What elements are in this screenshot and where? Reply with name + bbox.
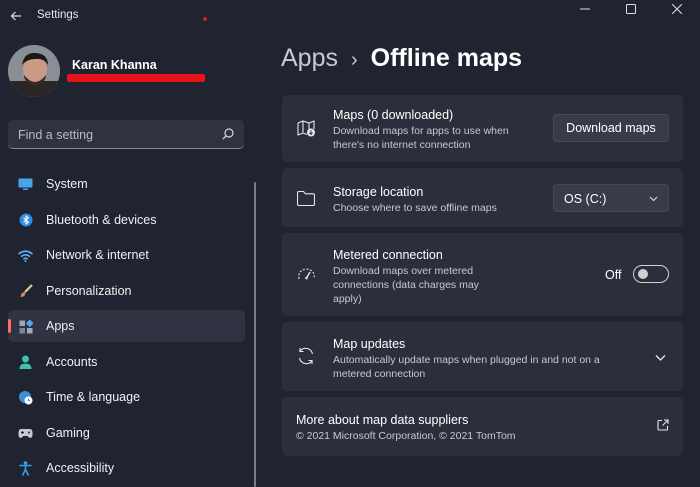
back-button[interactable] — [6, 6, 26, 26]
search-box[interactable] — [8, 120, 244, 149]
breadcrumb: Apps › Offline maps — [281, 44, 522, 73]
sidebar-item-apps[interactable]: Apps — [8, 310, 245, 342]
gamepad-icon — [18, 426, 33, 441]
globe-clock-icon — [18, 390, 33, 405]
sidebar-item-label: Accounts — [46, 354, 98, 369]
user-name: Karan Khanna — [72, 58, 157, 72]
map-updates-desc-line-2: metered connection — [333, 368, 426, 380]
minimize-icon — [580, 8, 590, 10]
search-input[interactable] — [18, 126, 208, 143]
map-updates-title: Map updates — [333, 337, 406, 351]
external-link-icon[interactable] — [657, 419, 669, 431]
copyright-text: © 2021 Microsoft Corporation, © 2021 Tom… — [296, 430, 516, 442]
maps-card-desc-line-1: Download maps for apps to use when — [333, 125, 509, 137]
chevron-down-icon[interactable] — [655, 352, 666, 363]
window-controls — [562, 0, 700, 18]
storage-location-dropdown[interactable]: OS (C:) — [553, 184, 669, 212]
sidebar-nav: System Bluetooth & devices Network & int… — [8, 168, 245, 487]
apps-icon — [18, 319, 33, 334]
sidebar-item-label: Apps — [46, 319, 75, 333]
sidebar-item-label: Personalization — [46, 283, 132, 298]
map-data-suppliers-link[interactable]: More about map data suppliers — [296, 413, 468, 427]
page-title: Offline maps — [370, 44, 523, 72]
map-updates-desc-line-1: Automatically update maps when plugged i… — [333, 354, 600, 366]
sidebar-scrollbar[interactable] — [254, 182, 256, 487]
sidebar-item-label: System — [46, 177, 88, 191]
maps-card-desc-line-2: there's no internet connection — [333, 139, 471, 151]
sidebar-item-gaming[interactable]: Gaming — [8, 417, 245, 449]
red-dot-marker — [203, 17, 207, 21]
speedometer-icon — [296, 264, 316, 284]
sync-icon — [296, 346, 316, 366]
sidebar-item-accounts[interactable]: Accounts — [8, 346, 245, 378]
minimize-button[interactable] — [562, 0, 608, 18]
person-icon — [18, 355, 33, 370]
dropdown-selected-value: OS (C:) — [564, 192, 607, 206]
avatar[interactable] — [8, 45, 60, 97]
breadcrumb-separator: › — [350, 49, 358, 71]
storage-location-card: Storage location Choose where to save of… — [282, 168, 683, 227]
metered-connection-card: Metered connection Download maps over me… — [282, 233, 683, 316]
map-updates-card: Map updates Automatically update maps wh… — [282, 322, 683, 391]
app-title: Settings — [37, 9, 79, 21]
sidebar-item-time-language[interactable]: Time & language — [8, 381, 245, 413]
close-icon — [672, 4, 682, 14]
metered-connection-desc-line-3: apply) — [333, 293, 362, 305]
folder-icon — [296, 188, 316, 208]
sidebar-item-label: Network & internet — [46, 248, 149, 262]
sidebar-item-label: Time & language — [46, 390, 141, 404]
toggle-state-label: Off — [605, 268, 622, 282]
bluetooth-icon — [18, 213, 33, 228]
metered-connection-toggle[interactable] — [633, 265, 669, 283]
title-bar: Settings — [0, 0, 700, 32]
maps-card-title: Maps (0 downloaded) — [333, 108, 454, 122]
map-data-suppliers-card[interactable]: More about map data suppliers © 2021 Mic… — [282, 397, 683, 456]
metered-connection-desc-line-1: Download maps over metered — [333, 265, 474, 277]
sidebar-item-label: Bluetooth & devices — [46, 212, 157, 227]
sidebar-item-personalization[interactable]: Personalization — [8, 275, 245, 307]
breadcrumb-parent[interactable]: Apps — [281, 44, 338, 73]
chevron-down-icon — [649, 196, 658, 202]
toggle-knob — [638, 269, 648, 279]
maximize-button[interactable] — [608, 0, 654, 18]
sidebar-item-label: Accessibility — [46, 461, 115, 475]
sidebar-item-accessibility[interactable]: Accessibility — [8, 452, 245, 484]
sidebar-item-bluetooth[interactable]: Bluetooth & devices — [8, 204, 245, 236]
monitor-icon — [18, 177, 33, 192]
back-arrow-icon — [10, 11, 21, 21]
maps-card: Maps (0 downloaded) Download maps for ap… — [282, 95, 683, 162]
accessibility-icon — [18, 461, 33, 476]
sidebar-item-label: Gaming — [46, 425, 90, 440]
metered-connection-desc-line-2: connections (data charges may — [333, 279, 479, 291]
close-button[interactable] — [654, 0, 700, 18]
redaction-mark — [67, 74, 205, 82]
storage-location-title: Storage location — [333, 185, 424, 199]
sidebar-item-network[interactable]: Network & internet — [8, 239, 245, 271]
paintbrush-icon — [18, 284, 33, 299]
map-download-icon — [296, 118, 316, 138]
storage-location-desc: Choose where to save offline maps — [333, 202, 497, 214]
maximize-icon — [626, 4, 636, 14]
download-maps-button[interactable]: Download maps — [553, 114, 669, 142]
avatar-photo — [8, 45, 60, 97]
wifi-icon — [18, 248, 33, 263]
search-icon[interactable] — [221, 127, 235, 141]
metered-connection-title: Metered connection — [333, 248, 443, 262]
sidebar-item-system[interactable]: System — [8, 168, 245, 200]
